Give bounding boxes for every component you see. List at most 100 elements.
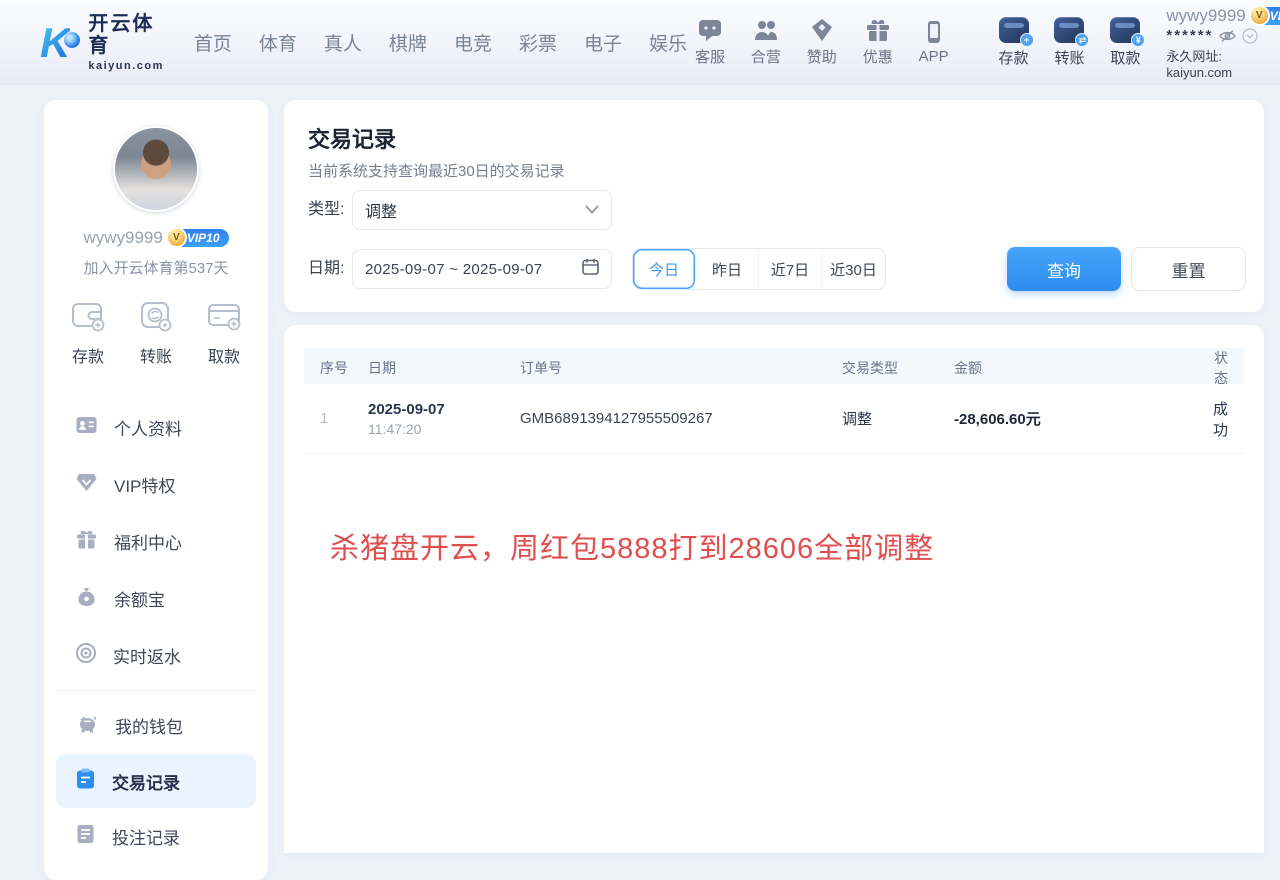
main-nav: 首页 体育 真人 棋牌 电竞 彩票 电子 娱乐 bbox=[194, 29, 687, 56]
sidebar-item-bets[interactable]: 投注记录 bbox=[44, 808, 268, 865]
eye-off-icon[interactable] bbox=[1219, 29, 1236, 43]
money-bag-icon bbox=[76, 587, 97, 611]
type-label: 类型: bbox=[308, 190, 344, 230]
preset-yesterday[interactable]: 昨日 bbox=[696, 249, 759, 289]
header-action-transfer[interactable]: ⇄ 转账 bbox=[1047, 17, 1093, 68]
quick-actions: 存款 转账 取款 bbox=[44, 278, 268, 377]
header-action-sponsor[interactable]: 赞助 bbox=[799, 18, 845, 67]
reset-button[interactable]: 重置 bbox=[1131, 247, 1246, 291]
partners-icon bbox=[753, 18, 779, 42]
quick-withdraw[interactable]: 取款 bbox=[206, 300, 242, 367]
phone-icon bbox=[921, 20, 947, 44]
calendar-icon bbox=[582, 258, 599, 280]
sidebar-item-yuebao[interactable]: 余额宝 bbox=[44, 570, 268, 627]
header-action-deposit[interactable]: + 存款 bbox=[991, 17, 1037, 68]
date-range-input[interactable]: 2025-09-07 ~ 2025-09-07 bbox=[352, 249, 612, 289]
col-no: 序号 bbox=[304, 358, 368, 378]
page-subtitle: 当前系统支持查询最近30日的交易记录 bbox=[308, 160, 565, 181]
chevron-down-circle-icon[interactable] bbox=[1242, 28, 1258, 44]
gift-icon bbox=[865, 18, 891, 42]
col-date: 日期 bbox=[368, 358, 520, 378]
date-range-presets: 今日 昨日 近7日 近30日 bbox=[632, 248, 886, 290]
username: wywy9999 bbox=[1166, 6, 1245, 26]
rebate-icon bbox=[76, 643, 96, 668]
query-button[interactable]: 查询 bbox=[1007, 247, 1121, 291]
nav-slots[interactable]: 电子 bbox=[584, 29, 622, 56]
balance-masked: ****** bbox=[1166, 31, 1213, 41]
table-row: 1 2025-09-07 11:47:20 GMB689139412795550… bbox=[304, 384, 1244, 454]
brand-name: 开云体育 bbox=[88, 13, 164, 57]
nav-lottery[interactable]: 彩票 bbox=[519, 29, 557, 56]
quick-transfer[interactable]: 转账 bbox=[138, 300, 174, 367]
preset-7days[interactable]: 近7日 bbox=[759, 249, 822, 289]
permanent-url: 永久网址: kaiyun.com bbox=[1166, 46, 1280, 80]
brand-logo[interactable]: K 开云体育 kaiyun.com bbox=[40, 13, 164, 72]
table-header: 序号 日期 订单号 交易类型 金额 状态 bbox=[304, 348, 1244, 384]
type-select[interactable]: 调整 bbox=[352, 190, 612, 230]
sidebar-menu: 个人资料 VIP特权 福利中心 余额宝 bbox=[44, 399, 268, 865]
sidebar-item-profile[interactable]: 个人资料 bbox=[44, 399, 268, 456]
row-order-number: GMB6891394127955509267 bbox=[520, 410, 842, 427]
overlay-annotation-text: 杀猪盘开云，周红包5888打到28606全部调整 bbox=[330, 525, 934, 567]
header-action-app[interactable]: APP bbox=[911, 20, 957, 65]
row-type: 调整 bbox=[842, 408, 954, 429]
transfer-outline-icon bbox=[138, 300, 174, 337]
quick-deposit[interactable]: 存款 bbox=[70, 300, 106, 367]
nav-home[interactable]: 首页 bbox=[194, 29, 232, 56]
user-info: wywy9999 VVIP10 ****** 永久网址: kaiyun.com bbox=[1166, 6, 1280, 80]
header-action-promo[interactable]: 优惠 bbox=[855, 18, 901, 67]
col-amount: 金额 bbox=[954, 358, 1202, 378]
row-status: 成功 bbox=[1202, 398, 1244, 440]
vip-badge: VVIP10 bbox=[1252, 7, 1280, 25]
transfer-icon: ⇄ bbox=[1054, 17, 1084, 43]
join-days-text: 加入开云体育第537天 bbox=[83, 257, 228, 278]
logo-k-icon: K bbox=[40, 22, 70, 64]
date-label: 日期: bbox=[308, 249, 344, 289]
gem-icon bbox=[809, 18, 835, 42]
football-icon bbox=[64, 32, 80, 48]
row-no: 1 bbox=[304, 410, 368, 427]
welfare-gift-icon bbox=[76, 530, 97, 554]
sidebar-item-transactions[interactable]: 交易记录 bbox=[56, 754, 256, 808]
preset-today[interactable]: 今日 bbox=[633, 249, 696, 289]
col-type: 交易类型 bbox=[842, 358, 954, 378]
header-action-withdraw[interactable]: ¥ 取款 bbox=[1102, 17, 1148, 68]
preset-30days[interactable]: 近30日 bbox=[822, 249, 885, 289]
row-datetime: 2025-09-07 11:47:20 bbox=[368, 401, 520, 437]
nav-sports[interactable]: 体育 bbox=[259, 29, 297, 56]
vip-shield-icon: V bbox=[166, 227, 187, 248]
wallet-outline-icon bbox=[70, 300, 106, 337]
sidebar-item-rebate[interactable]: 实时返水 bbox=[44, 627, 268, 684]
sidebar-vip-badge: VVIP10 bbox=[169, 229, 229, 247]
sidebar-item-welfare[interactable]: 福利中心 bbox=[44, 513, 268, 570]
chat-icon bbox=[697, 18, 723, 42]
nav-chess[interactable]: 棋牌 bbox=[389, 29, 427, 56]
row-amount: -28,606.60元 bbox=[954, 408, 1202, 429]
chevron-down-icon bbox=[585, 201, 599, 219]
sidebar-item-vip[interactable]: VIP特权 bbox=[44, 456, 268, 513]
nav-entertainment[interactable]: 娱乐 bbox=[649, 29, 687, 56]
sidebar-username: wywy9999 bbox=[83, 228, 162, 248]
nav-live[interactable]: 真人 bbox=[324, 29, 362, 56]
menu-divider bbox=[56, 690, 256, 691]
results-panel: 序号 日期 订单号 交易类型 金额 状态 1 2025-09-07 11:47:… bbox=[284, 325, 1264, 853]
bet-record-icon bbox=[76, 824, 95, 849]
filter-panel: 交易记录 当前系统支持查询最近30日的交易记录 类型: 调整 日期: 2025-… bbox=[284, 100, 1264, 312]
card-outline-icon bbox=[206, 300, 242, 337]
vip-shield-icon: V bbox=[1249, 5, 1270, 26]
page-title: 交易记录 bbox=[308, 122, 396, 154]
header-action-service[interactable]: 客服 bbox=[687, 18, 733, 67]
wallet-icon: + bbox=[999, 17, 1029, 43]
col-status: 状态 bbox=[1202, 348, 1244, 388]
header-action-partners[interactable]: 合营 bbox=[743, 18, 789, 67]
sidebar-item-wallet[interactable]: 我的钱包 bbox=[44, 697, 268, 754]
piggy-bank-icon bbox=[76, 714, 98, 738]
clipboard-icon bbox=[76, 768, 95, 794]
card-icon: ¥ bbox=[1110, 17, 1140, 43]
nav-esports[interactable]: 电竞 bbox=[454, 29, 492, 56]
brand-domain: kaiyun.com bbox=[88, 60, 164, 72]
sidebar: wywy9999 VVIP10 加入开云体育第537天 存款 转账 bbox=[44, 100, 268, 880]
top-bar: K 开云体育 kaiyun.com 首页 体育 真人 棋牌 电竞 彩票 电子 娱… bbox=[0, 0, 1280, 85]
vip-badge-icon bbox=[76, 473, 97, 497]
col-order: 订单号 bbox=[520, 358, 842, 378]
